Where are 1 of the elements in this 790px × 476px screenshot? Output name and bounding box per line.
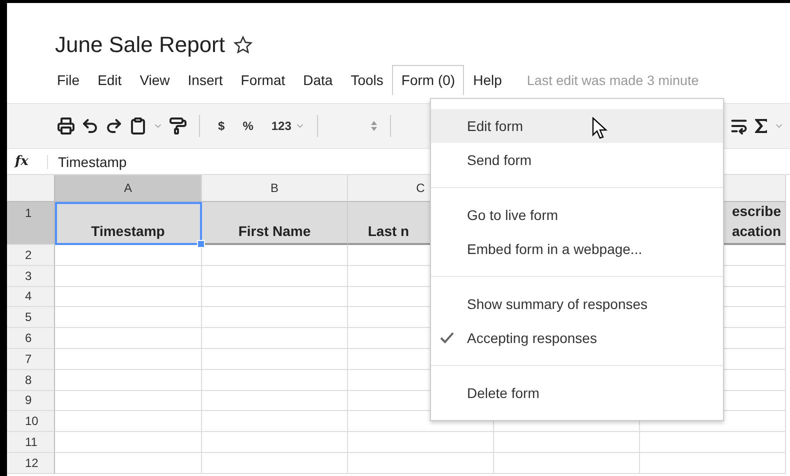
function-label: fx bbox=[13, 154, 30, 169]
